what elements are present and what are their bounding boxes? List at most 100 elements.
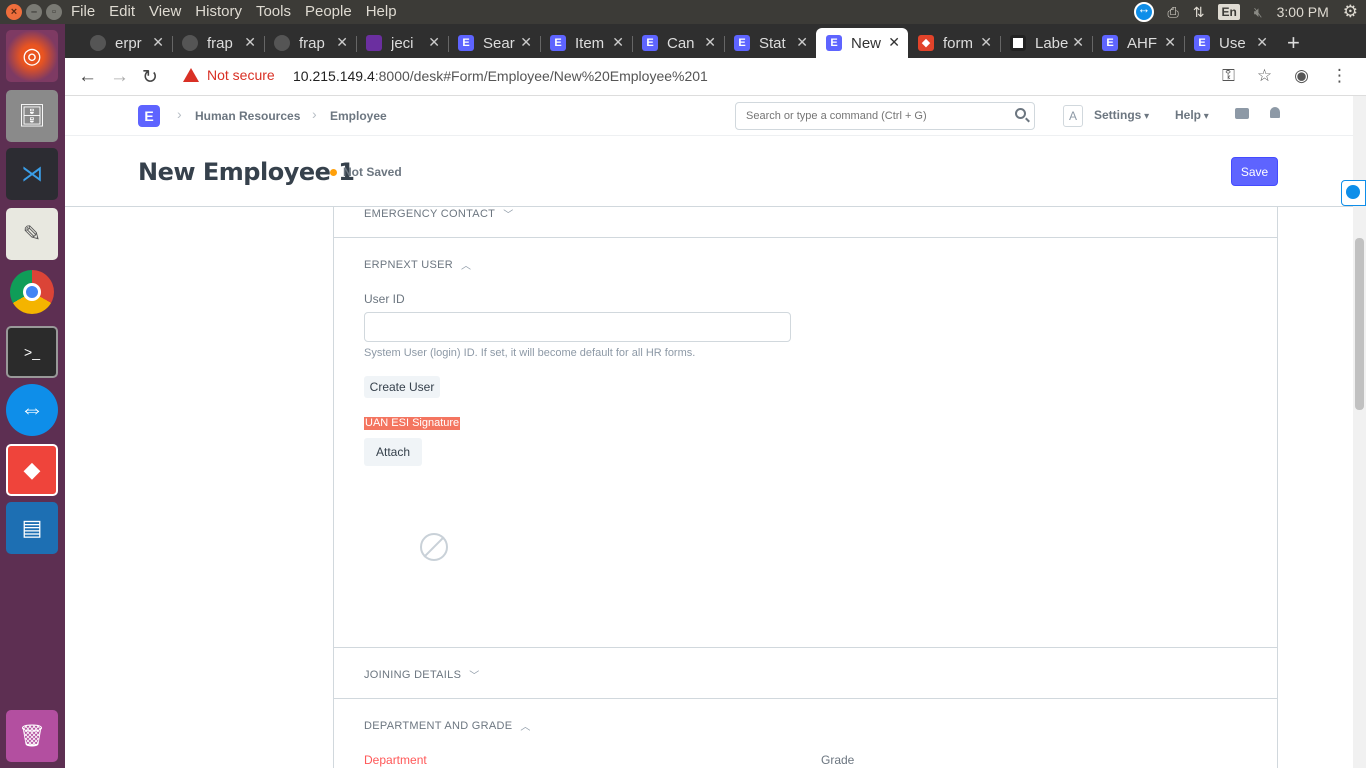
forward-arrow-icon[interactable]: → bbox=[110, 66, 129, 88]
teamviewer-launcher-icon[interactable]: ⇔ bbox=[6, 384, 58, 436]
section-joining-details[interactable]: JOINING DETAILS ﹀ bbox=[364, 667, 480, 683]
trash-icon[interactable]: 🗑︎ bbox=[6, 710, 58, 762]
clock[interactable]: 3:00 PM bbox=[1277, 4, 1329, 20]
menu-view[interactable]: View bbox=[149, 3, 181, 20]
browser-tab[interactable]: E Sear ✕ bbox=[448, 28, 541, 58]
department-label: Department bbox=[364, 753, 427, 767]
maximize-window-button[interactable]: ▫ bbox=[46, 4, 62, 20]
github-icon bbox=[90, 35, 106, 51]
close-tab-icon[interactable]: ✕ bbox=[888, 34, 900, 51]
menu-people[interactable]: People bbox=[305, 3, 352, 20]
text-editor-icon[interactable]: ✎ bbox=[6, 208, 58, 260]
close-tab-icon[interactable]: ✕ bbox=[704, 34, 716, 51]
attach-button[interactable]: Attach bbox=[364, 438, 422, 466]
erpnext-icon: E bbox=[1102, 35, 1118, 51]
chevron-down-icon: ﹀ bbox=[469, 671, 480, 682]
section-erpnext-user[interactable]: ERPNEXT USER ︿ bbox=[364, 257, 471, 273]
browser-tab[interactable]: E Use ✕ bbox=[1184, 28, 1276, 58]
reload-icon[interactable]: ↻ bbox=[142, 66, 158, 89]
keyboard-layout-indicator[interactable]: En bbox=[1218, 4, 1240, 20]
close-tab-icon[interactable]: ✕ bbox=[520, 34, 532, 51]
bookmark-star-icon[interactable]: ☆ bbox=[1257, 66, 1272, 86]
chevron-down-icon: ﹀ bbox=[503, 210, 514, 221]
browser-tab[interactable]: frap ✕ bbox=[264, 28, 357, 58]
close-tab-icon[interactable]: ✕ bbox=[152, 34, 164, 51]
app-menu-bar: File Edit View History Tools People Help bbox=[71, 3, 411, 20]
close-tab-icon[interactable]: ✕ bbox=[244, 34, 256, 51]
page-title: New Employee 1 bbox=[138, 158, 355, 186]
help-dropdown[interactable]: Help bbox=[1175, 108, 1209, 122]
teamviewer-side-tab-icon[interactable] bbox=[1341, 180, 1366, 206]
chrome-icon[interactable] bbox=[6, 266, 58, 318]
files-icon[interactable]: 🗄︎ bbox=[6, 90, 58, 142]
erpnext-logo[interactable]: E bbox=[138, 105, 160, 127]
menu-help[interactable]: Help bbox=[366, 3, 397, 20]
awesome-bar-search-input[interactable] bbox=[735, 102, 1035, 130]
profile-icon[interactable]: ◉ bbox=[1294, 66, 1309, 86]
chevron-right-icon: › bbox=[177, 106, 182, 122]
close-tab-icon[interactable]: ✕ bbox=[1072, 34, 1084, 51]
url-field[interactable]: 10.215.149.4:8000/desk#Form/Employee/New… bbox=[293, 68, 708, 84]
section-department-and-grade[interactable]: DEPARTMENT AND GRADE ︿ bbox=[364, 718, 531, 734]
menu-edit[interactable]: Edit bbox=[109, 3, 135, 20]
ubuntu-dash-icon[interactable]: ◎ bbox=[6, 30, 58, 82]
notification-bell-icon[interactable] bbox=[1270, 107, 1280, 118]
grade-label: Grade bbox=[821, 753, 855, 767]
section-divider bbox=[334, 237, 1277, 238]
user-avatar[interactable]: A bbox=[1063, 105, 1083, 127]
menu-file[interactable]: File bbox=[71, 3, 95, 20]
close-tab-icon[interactable]: ✕ bbox=[1164, 34, 1176, 51]
close-tab-icon[interactable]: ✕ bbox=[1256, 34, 1268, 51]
chrome-menu-icon[interactable]: ⋮ bbox=[1331, 66, 1348, 86]
uan-esi-signature-label: UAN ESI Signature bbox=[364, 417, 461, 430]
close-tab-icon[interactable]: ✕ bbox=[428, 34, 440, 51]
anydesk-icon[interactable]: ◆ bbox=[6, 444, 58, 496]
terminal-icon[interactable]: >_ bbox=[6, 326, 58, 378]
browser-tab[interactable]: jeci ✕ bbox=[356, 28, 449, 58]
close-tab-icon[interactable]: ✕ bbox=[796, 34, 808, 51]
browser-address-bar: ← → ↻ Not secure 10.215.149.4:8000/desk#… bbox=[65, 58, 1366, 96]
breadcrumb-human-resources[interactable]: Human Resources bbox=[195, 109, 300, 123]
gitlab-icon: ◆ bbox=[918, 35, 934, 51]
scrollbar-thumb[interactable] bbox=[1355, 238, 1364, 410]
create-user-button[interactable]: Create User bbox=[364, 376, 440, 398]
volume-muted-icon[interactable]: 🔇︎ bbox=[1254, 4, 1263, 21]
chevron-right-icon: › bbox=[312, 106, 317, 122]
close-window-button[interactable]: × bbox=[6, 4, 22, 20]
close-tab-icon[interactable]: ✕ bbox=[336, 34, 348, 51]
chat-icon[interactable] bbox=[1235, 108, 1249, 119]
menu-tools[interactable]: Tools bbox=[256, 3, 291, 20]
printer-icon[interactable]: ⎙ bbox=[1168, 4, 1179, 21]
user-id-input[interactable] bbox=[364, 312, 791, 342]
settings-dropdown[interactable]: Settings bbox=[1094, 108, 1149, 122]
browser-tab[interactable]: E Stat ✕ bbox=[724, 28, 816, 58]
breadcrumb-employee[interactable]: Employee bbox=[330, 109, 387, 123]
back-arrow-icon[interactable]: ← bbox=[78, 66, 97, 88]
teamviewer-icon[interactable] bbox=[1133, 1, 1154, 22]
warning-triangle-icon bbox=[183, 68, 199, 82]
browser-tab[interactable]: frap ✕ bbox=[172, 28, 265, 58]
close-tab-icon[interactable]: ✕ bbox=[612, 34, 624, 51]
label-icon bbox=[1010, 35, 1026, 51]
browser-tab[interactable]: E AHF ✕ bbox=[1092, 28, 1185, 58]
browser-tab[interactable]: Labe ✕ bbox=[1000, 28, 1093, 58]
browser-tab[interactable]: erpr ✕ bbox=[80, 28, 173, 58]
browser-tab[interactable]: ◆ form ✕ bbox=[908, 28, 1001, 58]
section-emergency-contact[interactable]: EMERGENCY CONTACT ﹀ bbox=[364, 206, 514, 222]
vscode-icon[interactable]: ⋊ bbox=[6, 148, 58, 200]
save-button[interactable]: Save bbox=[1231, 157, 1278, 186]
browser-tab[interactable]: E Item ✕ bbox=[540, 28, 633, 58]
minimize-window-button[interactable]: – bbox=[26, 4, 42, 20]
section-divider bbox=[334, 698, 1277, 699]
browser-tab[interactable]: E Can ✕ bbox=[632, 28, 725, 58]
menu-history[interactable]: History bbox=[195, 3, 242, 20]
security-warning[interactable]: Not secure bbox=[183, 67, 275, 83]
libreoffice-writer-icon[interactable]: ▤ bbox=[6, 502, 58, 554]
close-tab-icon[interactable]: ✕ bbox=[980, 34, 992, 51]
settings-gear-icon[interactable]: ⚙ bbox=[1343, 2, 1358, 22]
key-icon[interactable]: ⚿ bbox=[1222, 66, 1235, 86]
new-tab-button[interactable]: + bbox=[1287, 30, 1300, 56]
search-icon[interactable] bbox=[1015, 108, 1026, 119]
network-icon[interactable]: ⇅ bbox=[1193, 4, 1205, 21]
browser-tab-active[interactable]: E New ✕ bbox=[816, 28, 908, 58]
